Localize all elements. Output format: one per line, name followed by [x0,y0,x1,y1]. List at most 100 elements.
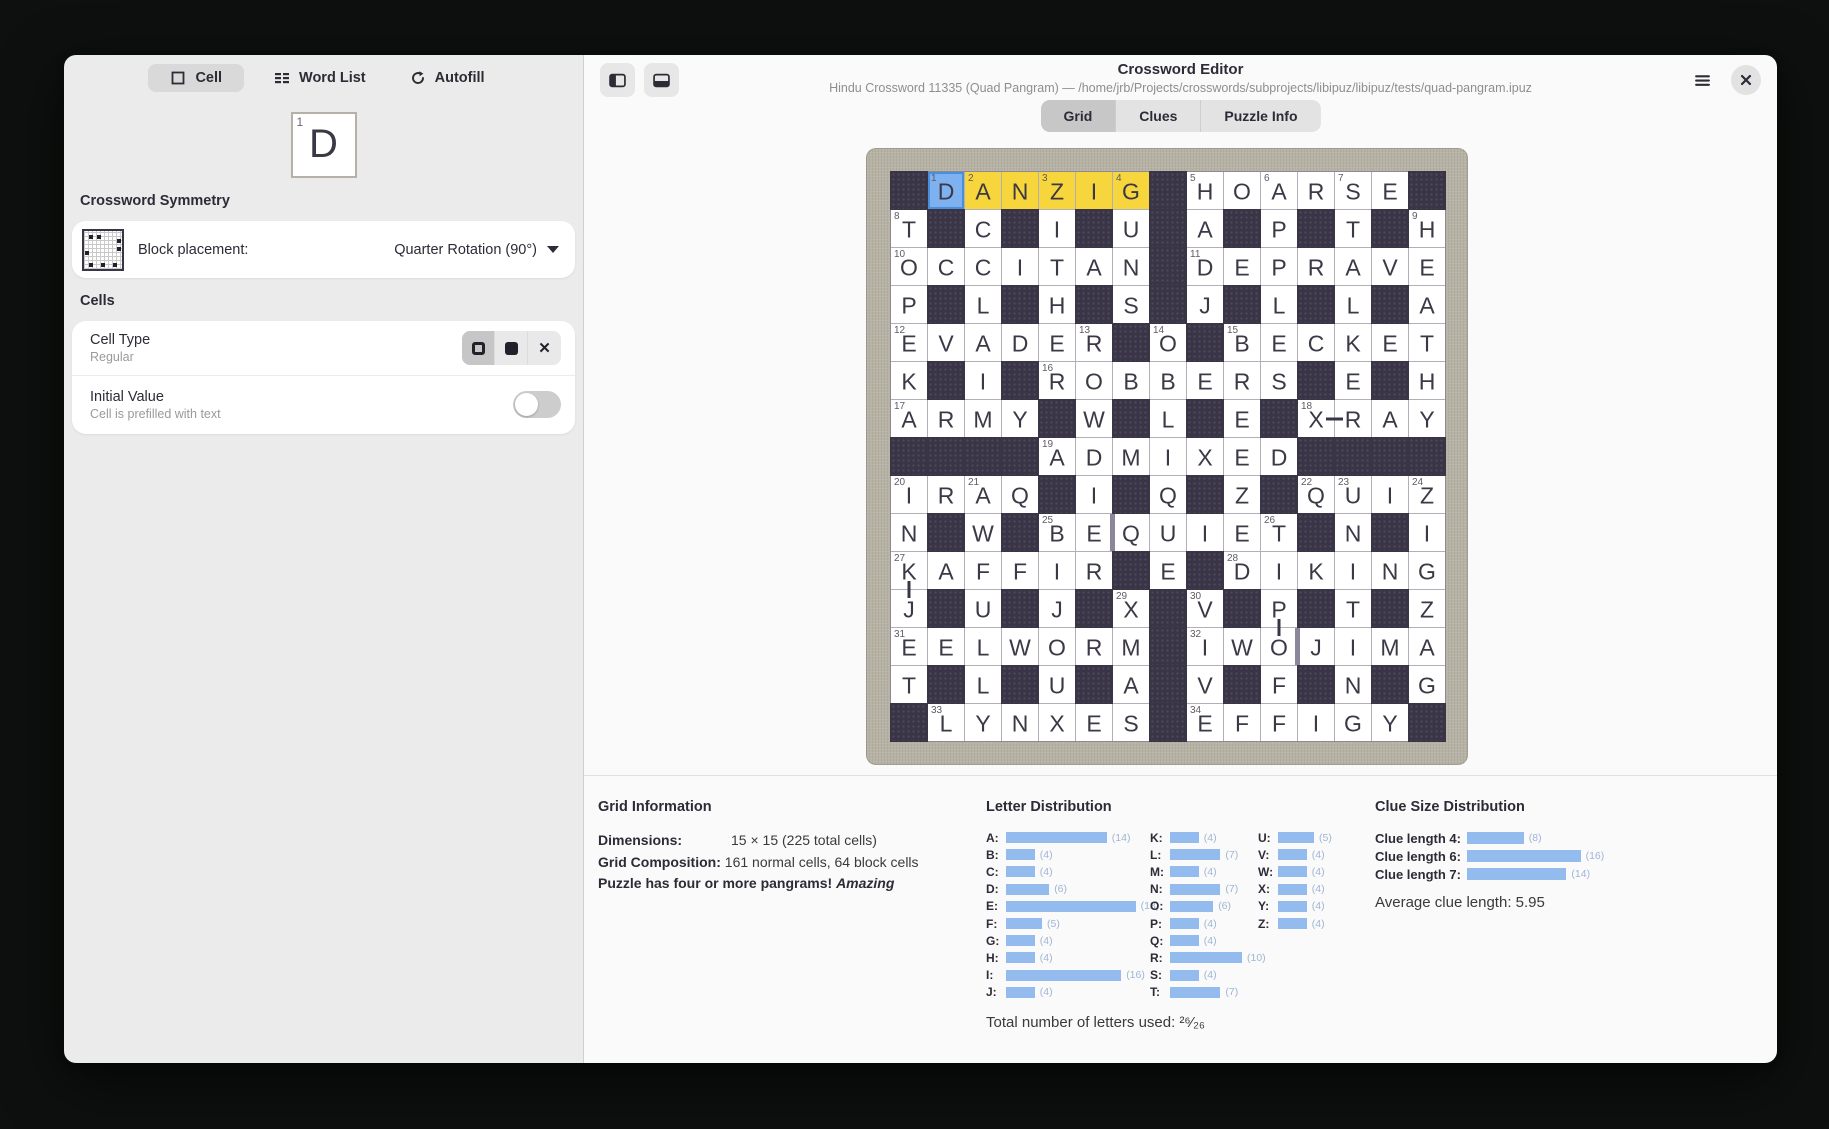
grid-cell-r6c9[interactable]: E [1187,362,1223,399]
grid-cell-r2c13[interactable]: T [1335,210,1371,247]
grid-cell-r15c2[interactable]: 33L [928,704,964,741]
grid-cell-r1c12[interactable]: R [1298,172,1334,209]
grid-cell-r3c6[interactable]: A [1076,248,1112,285]
grid-cell-r5c7[interactable] [1113,324,1149,361]
grid-cell-r6c12[interactable] [1298,362,1334,399]
grid-cell-r7c1[interactable]: 17A [891,400,927,437]
grid-cell-r9c8[interactable]: Q [1150,476,1186,513]
grid-cell-r10c11[interactable]: 26T [1261,514,1297,551]
grid-cell-r10c8[interactable]: U [1150,514,1186,551]
grid-cell-r14c12[interactable] [1298,666,1334,703]
grid-cell-r5c11[interactable]: E [1261,324,1297,361]
grid-cell-r1c9[interactable]: 5H [1187,172,1223,209]
cell-type-regular-button[interactable] [462,331,495,365]
grid-cell-r5c6[interactable]: 13R [1076,324,1112,361]
grid-cell-r11c15[interactable]: G [1409,552,1445,589]
grid-cell-r2c7[interactable]: U [1113,210,1149,247]
tab-grid[interactable]: Grid [1040,100,1116,132]
grid-cell-r5c10[interactable]: 15B [1224,324,1260,361]
grid-cell-r2c3[interactable]: C [965,210,1001,247]
grid-cell-r6c15[interactable]: H [1409,362,1445,399]
initial-value-toggle[interactable] [513,391,561,418]
grid-cell-r4c7[interactable]: S [1113,286,1149,323]
grid-cell-r11c11[interactable]: I [1261,552,1297,589]
grid-cell-r10c6[interactable]: E [1076,514,1112,551]
grid-cell-r2c12[interactable] [1298,210,1334,247]
grid-cell-r10c4[interactable] [1002,514,1038,551]
grid-cell-r12c9[interactable]: 30V [1187,590,1223,627]
grid-cell-r15c14[interactable]: Y [1372,704,1408,741]
grid-cell-r11c4[interactable]: F [1002,552,1038,589]
grid-cell-r15c3[interactable]: Y [965,704,1001,741]
grid-cell-r11c7[interactable] [1113,552,1149,589]
grid-cell-r12c15[interactable]: Z [1409,590,1445,627]
grid-cell-r1c5[interactable]: 3Z [1039,172,1075,209]
grid-cell-r12c10[interactable] [1224,590,1260,627]
grid-cell-r7c14[interactable]: A [1372,400,1408,437]
grid-cell-r12c12[interactable] [1298,590,1334,627]
grid-cell-r6c13[interactable]: E [1335,362,1371,399]
grid-cell-r12c3[interactable]: U [965,590,1001,627]
grid-cell-r14c10[interactable] [1224,666,1260,703]
grid-cell-r8c11[interactable]: D [1261,438,1297,475]
tab-autofill[interactable]: Autofill [396,64,499,92]
tab-cell[interactable]: Cell [148,64,244,92]
grid-cell-r7c3[interactable]: M [965,400,1001,437]
grid-cell-r6c11[interactable]: S [1261,362,1297,399]
grid-cell-r9c1[interactable]: 20I [891,476,927,513]
cell-type-block-button[interactable] [495,331,528,365]
grid-cell-r3c9[interactable]: 11D [1187,248,1223,285]
grid-cell-r8c8[interactable]: I [1150,438,1186,475]
grid-cell-r3c7[interactable]: N [1113,248,1149,285]
grid-cell-r11c6[interactable]: R [1076,552,1112,589]
grid-cell-r13c14[interactable]: M [1372,628,1408,665]
grid-cell-r7c15[interactable]: Y [1409,400,1445,437]
grid-cell-r13c2[interactable]: E [928,628,964,665]
grid-cell-r3c10[interactable]: E [1224,248,1260,285]
grid-cell-r15c10[interactable]: F [1224,704,1260,741]
grid-cell-r14c9[interactable]: V [1187,666,1223,703]
grid-cell-r2c9[interactable]: A [1187,210,1223,247]
grid-cell-r8c4[interactable] [1002,438,1038,475]
grid-cell-r2c8[interactable] [1150,210,1186,247]
grid-cell-r14c4[interactable] [1002,666,1038,703]
grid-cell-r6c6[interactable]: O [1076,362,1112,399]
grid-cell-r4c6[interactable] [1076,286,1112,323]
grid-cell-r12c7[interactable]: 29X [1113,590,1149,627]
grid-cell-r14c6[interactable] [1076,666,1112,703]
grid-cell-r7c6[interactable]: W [1076,400,1112,437]
grid-cell-r9c12[interactable]: 22Q [1298,476,1334,513]
grid-cell-r9c10[interactable]: Z [1224,476,1260,513]
grid-cell-r4c10[interactable] [1224,286,1260,323]
toggle-bottom-panel-button[interactable] [644,63,679,97]
grid-cell-r7c9[interactable] [1187,400,1223,437]
grid-cell-r3c11[interactable]: P [1261,248,1297,285]
grid-cell-r15c8[interactable] [1150,704,1186,741]
grid-cell-r6c10[interactable]: R [1224,362,1260,399]
grid-cell-r11c5[interactable]: I [1039,552,1075,589]
grid-cell-r2c5[interactable]: I [1039,210,1075,247]
cell-type-remove-button[interactable]: ✕ [528,331,561,365]
grid-cell-r3c8[interactable] [1150,248,1186,285]
grid-cell-r13c8[interactable] [1150,628,1186,665]
grid-cell-r1c1[interactable] [891,172,927,209]
grid-cell-r13c13[interactable]: I [1335,628,1371,665]
grid-cell-r2c11[interactable]: P [1261,210,1297,247]
grid-cell-r10c2[interactable] [928,514,964,551]
grid-cell-r5c5[interactable]: E [1039,324,1075,361]
grid-cell-r13c12[interactable]: J [1298,628,1334,665]
grid-cell-r9c6[interactable]: I [1076,476,1112,513]
grid-cell-r4c12[interactable] [1298,286,1334,323]
grid-cell-r1c10[interactable]: O [1224,172,1260,209]
grid-cell-r2c6[interactable] [1076,210,1112,247]
grid-cell-r5c2[interactable]: V [928,324,964,361]
grid-cell-r12c6[interactable] [1076,590,1112,627]
grid-cell-r2c10[interactable] [1224,210,1260,247]
grid-cell-r10c15[interactable]: I [1409,514,1445,551]
grid-cell-r1c14[interactable]: E [1372,172,1408,209]
grid-cell-r11c14[interactable]: N [1372,552,1408,589]
grid-cell-r6c5[interactable]: 16R [1039,362,1075,399]
grid-cell-r3c2[interactable]: C [928,248,964,285]
grid-cell-r5c8[interactable]: 14O [1150,324,1186,361]
grid-cell-r3c5[interactable]: T [1039,248,1075,285]
